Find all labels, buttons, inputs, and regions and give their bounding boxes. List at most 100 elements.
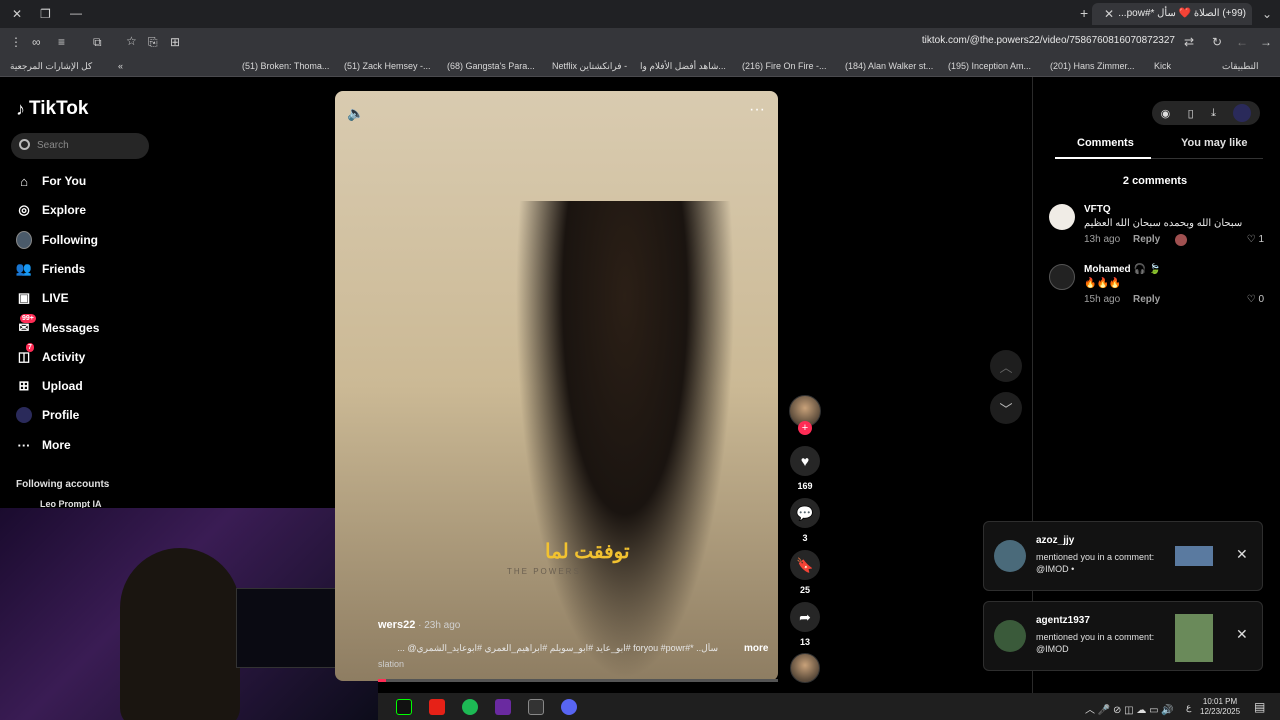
notification-card[interactable]: azoz_jjy mentioned you in a comment: @IM… [983, 521, 1263, 591]
forward-icon[interactable]: ← [1236, 36, 1248, 48]
sidebar-item-for-you[interactable]: ⌂ For You [16, 170, 166, 192]
comment-like-button[interactable]: ♡ 0 [1247, 294, 1264, 305]
bookmark-item[interactable]: (68) Gangsta's Para... [447, 61, 535, 71]
notification-text: mentioned you in a comment: @IMOD [1036, 632, 1155, 654]
reload-icon[interactable]: ↻ [1212, 36, 1222, 48]
download-icon[interactable]: ⤓ [1211, 107, 1216, 120]
capcut-icon[interactable] [528, 699, 544, 715]
next-app-icon[interactable] [495, 699, 511, 715]
bookmark-item[interactable]: (184) Alan Walker st... [845, 61, 933, 71]
browser-tab[interactable]: (99+) الصلاة ❤️ سأل *#pow... [1092, 3, 1252, 25]
taskbar-clock[interactable]: 10:01 PM 12/23/2025 [1200, 697, 1240, 717]
minimize-window-icon[interactable]: — [70, 7, 82, 19]
reply-button[interactable]: Reply [1133, 294, 1160, 305]
comments-count: 2 comments [1122, 175, 1188, 187]
bookmark-item[interactable]: (195) Inception Am... [948, 61, 1031, 71]
close-tab-icon[interactable]: ✕ [1104, 8, 1114, 20]
new-tab-icon[interactable]: + [1080, 6, 1088, 20]
tab-comments[interactable]: Comments [1077, 137, 1134, 149]
commenter-name[interactable]: VFTQ [1084, 204, 1111, 215]
close-window-icon[interactable]: ✕ [12, 8, 22, 20]
bookmark-star-icon[interactable]: ☆ [126, 35, 137, 47]
commenter-avatar[interactable] [1049, 264, 1075, 290]
spotify-icon[interactable] [462, 699, 478, 715]
system-tray-icons[interactable]: ︿ 🎤 ⊘ ◫ ☁ ▭ 🔊 [1085, 701, 1174, 716]
terminal-icon[interactable] [396, 699, 412, 715]
streamer-silhouette [120, 548, 240, 720]
notification-card[interactable]: agentz1937 mentioned you in a comment: @… [983, 601, 1263, 671]
panel-tabs: Comments You may like [1055, 137, 1263, 159]
commenter-avatar[interactable] [1049, 204, 1075, 230]
tab-search-icon[interactable]: ⌄ [1262, 8, 1272, 20]
user-avatar-icon[interactable] [1233, 104, 1252, 122]
messages-badge: 99+ [20, 314, 36, 323]
back-icon[interactable]: → [1260, 36, 1272, 48]
sidebar-item-profile[interactable]: Profile [16, 404, 166, 426]
video-player[interactable]: 🔈 ··· توفقت لما THE POWERS [335, 91, 778, 681]
notification-center-icon[interactable]: ▤ [1254, 700, 1265, 714]
description-more-button[interactable]: more [744, 643, 768, 654]
youtube-icon[interactable] [429, 699, 445, 715]
next-video-button[interactable]: ﹀ [990, 392, 1022, 424]
home-icon: ⌂ [20, 173, 28, 189]
device-icon[interactable]: ▯ [1188, 107, 1194, 120]
extension-icon[interactable]: ∞ [32, 36, 41, 48]
language-indicator[interactable]: ع [1186, 702, 1191, 713]
bookmark-item[interactable]: (216) Fire On Fire -... [742, 61, 827, 71]
tune-icon[interactable]: ⇄ [1184, 36, 1194, 48]
comment-text: 🔥🔥🔥 [1084, 278, 1122, 289]
follow-plus-icon[interactable]: + [798, 421, 812, 435]
discord-icon[interactable] [561, 699, 577, 715]
reply-button[interactable]: Reply [1133, 234, 1160, 245]
share-icon[interactable]: ⧉ [93, 36, 102, 48]
like-button[interactable]: ♥ 169 [790, 446, 820, 491]
close-notification-icon[interactable]: ✕ [1236, 546, 1248, 563]
sidebar-item-messages[interactable]: ✉ 99+ Messages [16, 314, 166, 339]
site-info-icon[interactable]: ⊞ [170, 36, 180, 48]
video-progress-bar[interactable] [378, 679, 778, 682]
close-notification-icon[interactable]: ✕ [1236, 626, 1248, 643]
bookmark-item[interactable]: (51) Broken: Thoma... [242, 61, 329, 71]
sound-avatar-button[interactable] [790, 653, 820, 683]
video-author[interactable]: wers22 · 23h ago [378, 619, 460, 631]
tab-you-may-like[interactable]: You may like [1181, 137, 1247, 149]
following-avatar-icon [16, 231, 32, 249]
restore-window-icon[interactable]: ❐ [40, 8, 51, 20]
sidebar-item-upload[interactable]: ⊞ Upload [16, 375, 166, 397]
video-options-icon[interactable]: ··· [749, 101, 765, 119]
bookmark-item[interactable]: (51) Zack Hemsey -... [344, 61, 431, 71]
sidebar-item-activity[interactable]: ◫ 7 Activity [16, 343, 166, 368]
discover-icon[interactable]: ◉ [1161, 107, 1171, 120]
comment-like-button[interactable]: ♡ 1 [1247, 234, 1264, 245]
sidebar-item-explore[interactable]: ◎ Explore [16, 199, 166, 221]
see-translation-link[interactable]: slation [378, 659, 404, 669]
sidebar-item-more[interactable]: ··· More [16, 434, 166, 456]
volume-icon[interactable]: 🔈 [347, 105, 364, 122]
notification-user: agentz1937 [1036, 615, 1090, 626]
apps-link[interactable]: التطبيقات [1222, 61, 1259, 72]
all-bookmarks-link[interactable]: كل الإشارات المرجعية [10, 61, 92, 72]
tiktok-logo[interactable]: ♪ TikTok [16, 98, 88, 120]
bookmark-item[interactable]: Netflix فرانكشتاين - [552, 61, 627, 72]
menu-dots-icon[interactable]: ⋮ [10, 36, 22, 48]
creator-avatar-button[interactable]: + [789, 395, 821, 435]
video-description: سأل.. *#foryou #powr #ابو_عايد #ابو_سويل… [397, 643, 718, 653]
previous-video-button[interactable]: ︿ [990, 350, 1022, 382]
messages-icon: ✉ 99+ [18, 314, 36, 335]
comment-button[interactable]: 💬 3 [790, 498, 820, 543]
sidebar-item-friends[interactable]: 👥 Friends [16, 258, 166, 280]
save-button[interactable]: 🔖 25 [790, 550, 820, 595]
commenter-name[interactable]: Mohamed 🎧 🍃 [1084, 264, 1161, 275]
share-button[interactable]: ➦ 13 [790, 602, 820, 647]
bookmark-item[interactable]: (201) Hans Zimmer... [1050, 61, 1135, 71]
bookmarks-overflow-icon[interactable]: « [118, 61, 123, 71]
screenshot-icon[interactable]: ⎘ [148, 36, 158, 48]
bookmark-item[interactable]: شاهد أفضل الأفلام وا... [640, 61, 726, 72]
sidebar-item-live[interactable]: ▣ LIVE [16, 287, 166, 309]
search-input[interactable]: Search [11, 133, 149, 159]
bookmark-item[interactable]: Kick [1154, 61, 1171, 71]
media-icon[interactable]: ≡ [58, 36, 65, 48]
upload-icon: ⊞ [18, 378, 30, 393]
sidebar-item-following[interactable]: Following [16, 229, 166, 251]
address-bar[interactable]: tiktok.com/@the.powers22/video/758676081… [660, 35, 1175, 46]
